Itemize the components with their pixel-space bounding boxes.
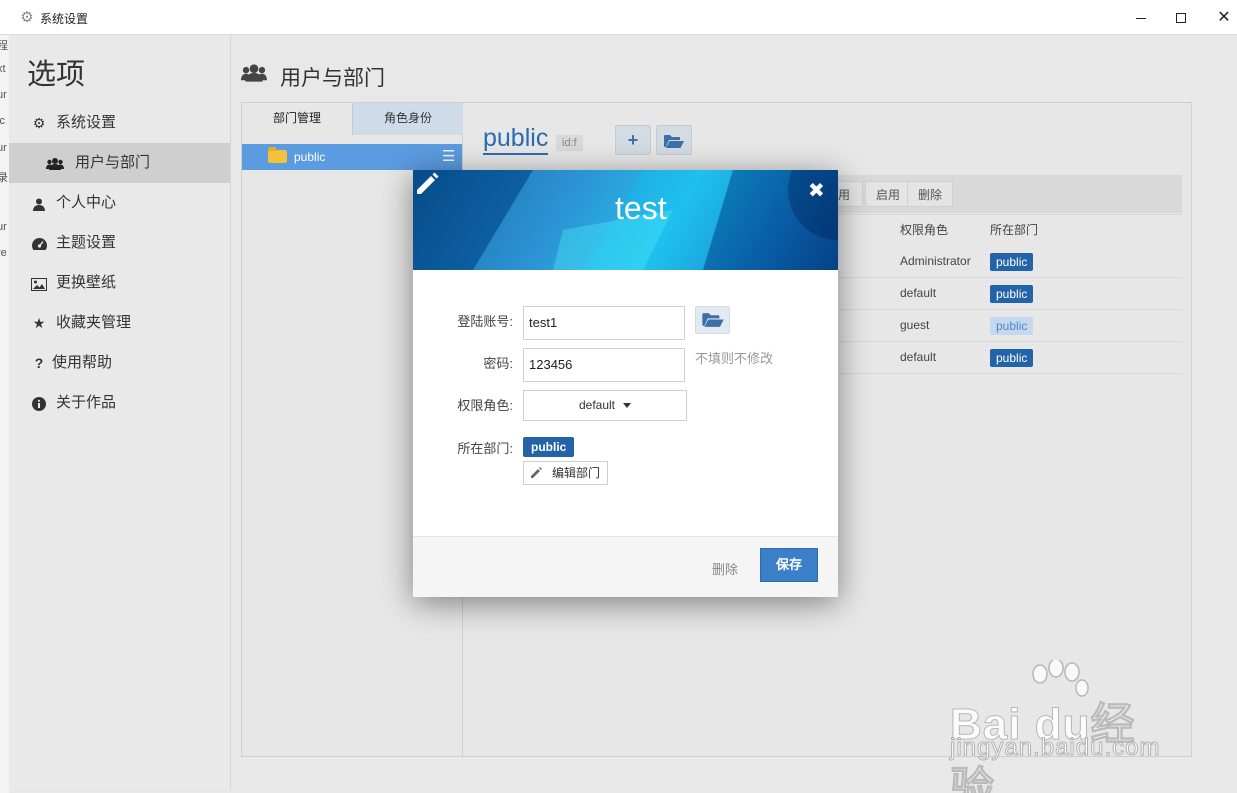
dialog-footer: 删除 保存 bbox=[413, 536, 838, 597]
delete-user-button[interactable]: 删除 bbox=[712, 559, 738, 578]
role-cell: Administrator bbox=[900, 254, 971, 268]
watermark-url: jingyan.baidu.com bbox=[949, 734, 1161, 762]
department-label: 所在部门: bbox=[457, 441, 513, 456]
folder-open-icon bbox=[702, 313, 724, 327]
maximize-button[interactable] bbox=[1158, 0, 1204, 35]
sidebar-item-label: 更换壁纸 bbox=[56, 274, 117, 291]
tab-bar: 部门管理 角色身份 bbox=[242, 103, 463, 135]
department-badge: public bbox=[990, 253, 1034, 271]
baidu-jingyan-watermark: Bai du经验 jingyan.baidu.com bbox=[948, 660, 1178, 793]
account-input[interactable]: test1 bbox=[523, 306, 685, 340]
question-icon: ? bbox=[34, 355, 44, 371]
folder-icon bbox=[268, 147, 287, 163]
users-icon bbox=[46, 143, 64, 183]
edge-fragment: ur bbox=[0, 89, 7, 101]
role-cell: guest bbox=[900, 318, 930, 332]
department-badge: public bbox=[990, 285, 1034, 303]
edge-fragment: ic bbox=[0, 115, 5, 127]
role-cell: default bbox=[900, 286, 937, 300]
role-label: 权限角色: bbox=[457, 398, 513, 413]
sidebar: 选项 ⚙ 系统设置 用户与部门 个人中心 主题设置 更换壁纸 ★ 收藏夹管理 ?… bbox=[9, 35, 231, 790]
window-title: 系统设置 bbox=[40, 12, 89, 26]
edit-department-label: 编辑部门 bbox=[552, 466, 601, 480]
role-select-value: default bbox=[578, 398, 616, 412]
edge-fragment: 录 bbox=[0, 172, 8, 184]
edge-fragment: re bbox=[0, 247, 7, 259]
delete-button[interactable]: 删除 bbox=[907, 181, 954, 207]
password-hint: 不填则不修改 bbox=[695, 351, 774, 366]
password-label: 密码: bbox=[483, 356, 513, 371]
sidebar-item-label: 系统设置 bbox=[56, 114, 117, 131]
users-icon bbox=[241, 62, 267, 88]
tab-department-management[interactable]: 部门管理 bbox=[242, 103, 352, 135]
menu-icon[interactable]: ☰ bbox=[442, 147, 455, 165]
open-folder-button[interactable] bbox=[656, 125, 692, 155]
gear-icon: ⚙ bbox=[20, 9, 34, 26]
group-name: public bbox=[483, 123, 549, 155]
edit-user-dialog: test ✖ 登陆账号: test1 密码: 123456 不填则不修改 权限角… bbox=[413, 170, 838, 597]
sidebar-heading: 选项 bbox=[27, 59, 86, 91]
info-icon bbox=[31, 383, 47, 423]
edit-department-button[interactable]: 编辑部门 bbox=[523, 461, 608, 485]
edge-fragment: ur bbox=[0, 142, 7, 154]
sidebar-item-personal-center[interactable]: 个人中心 bbox=[9, 183, 230, 223]
sidebar-item-label: 用户与部门 bbox=[75, 154, 151, 171]
role-select[interactable]: default bbox=[523, 390, 687, 421]
sidebar-item-users-departments[interactable]: 用户与部门 bbox=[9, 143, 230, 183]
browse-account-button[interactable] bbox=[695, 306, 730, 334]
sidebar-item-change-wallpaper[interactable]: 更换壁纸 bbox=[9, 263, 230, 303]
department-item-public[interactable]: public ☰ bbox=[242, 144, 462, 170]
department-badge: public bbox=[523, 437, 575, 457]
dialog-header: test ✖ bbox=[413, 170, 838, 270]
sidebar-item-about[interactable]: 关于作品 bbox=[9, 383, 230, 423]
sidebar-item-label: 主题设置 bbox=[56, 234, 117, 251]
enable-button[interactable]: 启用 bbox=[865, 181, 912, 207]
dashboard-icon bbox=[31, 223, 47, 263]
pencil-icon bbox=[417, 172, 439, 194]
page-title: 用户与部门 bbox=[280, 67, 385, 90]
save-button[interactable]: 保存 bbox=[760, 548, 818, 582]
department-name: public bbox=[294, 150, 326, 164]
group-id-badge: id:f bbox=[556, 135, 583, 151]
star-icon: ★ bbox=[32, 315, 46, 331]
password-input[interactable]: 123456 bbox=[523, 348, 685, 382]
plus-icon: + bbox=[627, 130, 639, 150]
tab-roles[interactable]: 角色身份 bbox=[352, 103, 463, 135]
account-label: 登陆账号: bbox=[457, 314, 513, 329]
sidebar-item-system-settings[interactable]: ⚙ 系统设置 bbox=[9, 103, 230, 143]
title-bar: ⚙ 系统设置 ✕ bbox=[0, 0, 1237, 35]
sidebar-item-help[interactable]: ? 使用帮助 bbox=[9, 343, 230, 383]
sidebar-item-label: 个人中心 bbox=[56, 194, 117, 211]
department-badge: public bbox=[990, 349, 1034, 367]
image-icon bbox=[31, 263, 47, 303]
close-button[interactable]: ✕ bbox=[1201, 0, 1237, 35]
dialog-title: test bbox=[615, 190, 667, 226]
sidebar-item-label: 收藏夹管理 bbox=[56, 314, 132, 331]
sidebar-item-favorites[interactable]: ★ 收藏夹管理 bbox=[9, 303, 230, 343]
pencil-icon bbox=[531, 467, 542, 478]
add-user-button[interactable]: + bbox=[615, 125, 651, 155]
gear-icon: ⚙ bbox=[32, 115, 46, 131]
edge-fragment: xt bbox=[0, 63, 6, 75]
caret-down-icon bbox=[623, 403, 632, 409]
user-icon bbox=[31, 183, 47, 223]
folder-open-icon bbox=[664, 134, 684, 148]
background-window-edge: 程 xt ur ic ur 录 ur re bbox=[0, 35, 9, 793]
department-badge: public bbox=[990, 317, 1034, 335]
sidebar-item-label: 使用帮助 bbox=[52, 354, 113, 371]
sidebar-item-theme-settings[interactable]: 主题设置 bbox=[9, 223, 230, 263]
edge-fragment: 程 bbox=[0, 40, 8, 52]
close-icon[interactable]: ✖ bbox=[808, 178, 825, 203]
edge-fragment: ur bbox=[0, 221, 7, 233]
role-cell: default bbox=[900, 350, 937, 364]
sidebar-item-label: 关于作品 bbox=[56, 394, 117, 411]
